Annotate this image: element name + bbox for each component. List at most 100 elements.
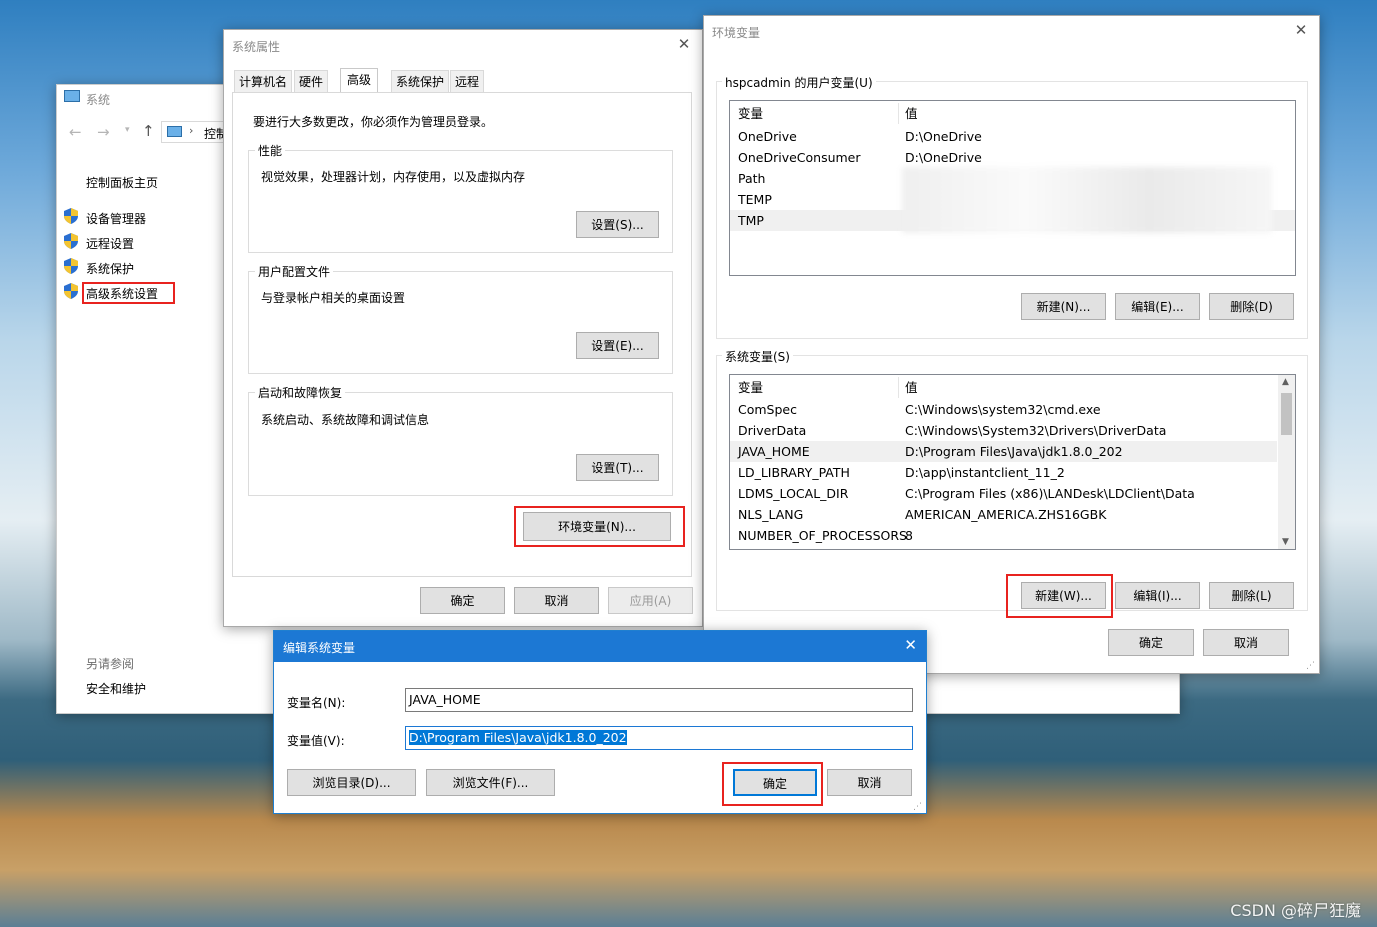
security-maintenance-link[interactable]: 安全和维护 [86, 680, 146, 697]
variable-value: C:\Windows\system32\cmd.exe [905, 402, 1101, 417]
shield-icon [64, 208, 78, 224]
variable-name: LD_LIBRARY_PATH [738, 465, 850, 480]
variable-value: D:\Program Files\Java\jdk1.8.0_202 [905, 444, 1123, 459]
list-item[interactable]: JAVA_HOME D:\Program Files\Java\jdk1.8.0… [730, 441, 1277, 462]
tab-advanced[interactable]: 高级 [340, 68, 379, 92]
tab-hardware[interactable]: 硬件 [294, 70, 329, 92]
close-icon[interactable]: ✕ [674, 34, 694, 54]
list-item[interactable]: LDMS_LOCAL_DIR C:\Program Files (x86)\LA… [730, 483, 1277, 504]
variable-name: JAVA_HOME [738, 444, 810, 459]
resize-grip-icon[interactable]: ⋰ [1306, 661, 1315, 671]
control-panel-home-link[interactable]: 控制面板主页 [86, 174, 158, 191]
recent-dropdown-icon[interactable]: ▾ [125, 125, 130, 135]
list-item[interactable]: NLS_LANG AMERICAN_AMERICA.ZHS16GBK [730, 504, 1277, 525]
list-item[interactable]: ComSpec C:\Windows\system32\cmd.exe [730, 399, 1277, 420]
monitor-icon [64, 90, 80, 102]
user-profiles-title: 用户配置文件 [255, 263, 334, 280]
user-variables-list[interactable]: 变量 值 OneDrive D:\OneDrive OneDriveConsum… [729, 100, 1296, 276]
cancel-button[interactable]: 取消 [827, 769, 912, 796]
remote-settings-link[interactable]: 远程设置 [86, 235, 134, 252]
shield-icon [64, 258, 78, 274]
user-profiles-group: 用户配置文件 与登录帐户相关的桌面设置 设置(E)... [248, 263, 673, 374]
see-also-heading: 另请参阅 [86, 657, 135, 671]
variable-value: D:\OneDrive [905, 150, 982, 165]
list-item[interactable]: LD_LIBRARY_PATH D:\app\instantclient_11_… [730, 462, 1277, 483]
cancel-button[interactable]: 取消 [1203, 629, 1289, 656]
resize-grip-icon[interactable]: ⋰ [913, 802, 922, 812]
variable-value: AMERICAN_AMERICA.ZHS16GBK [905, 507, 1107, 522]
performance-title: 性能 [255, 142, 286, 159]
user-profiles-settings-button[interactable]: 设置(E)... [576, 332, 659, 359]
shield-icon [64, 283, 78, 299]
close-icon[interactable]: ✕ [1291, 20, 1311, 40]
system-edit-button[interactable]: 编辑(I)... [1115, 582, 1200, 609]
list-item[interactable]: OneDriveConsumer D:\OneDrive [730, 147, 1295, 168]
edit-dialog-titlebar: 编辑系统变量 ✕ [274, 631, 926, 662]
advanced-tab-panel: 要进行大多数更改，你必须作为管理员登录。 性能 视觉效果，处理器计划，内存使用，… [232, 92, 692, 577]
variable-value: D:\app\instantclient_11_2 [905, 465, 1065, 480]
tab-system-protection[interactable]: 系统保护 [391, 70, 450, 92]
list-item[interactable]: DriverData C:\Windows\System32\Drivers\D… [730, 420, 1277, 441]
back-arrow-icon[interactable]: ← [69, 123, 82, 141]
startup-settings-button[interactable]: 设置(T)... [576, 454, 659, 481]
column-divider [898, 377, 899, 398]
vertical-scrollbar[interactable]: ▲ ▼ [1278, 375, 1295, 549]
tab-remote[interactable]: 远程 [450, 70, 485, 92]
column-divider [898, 103, 899, 124]
variable-name: DriverData [738, 423, 807, 438]
user-delete-button[interactable]: 删除(D) [1209, 293, 1294, 320]
list-header: 变量 值 [730, 377, 1295, 398]
system-properties-window: 系统属性 ✕ 计算机名 硬件 高级 系统保护 远程 要进行大多数更改，你必须作为… [223, 29, 703, 627]
system-variables-list[interactable]: 变量 值 ComSpec C:\Windows\system32\cmd.exe… [729, 374, 1296, 550]
scroll-down-icon[interactable]: ▼ [1282, 537, 1289, 547]
list-item[interactable]: OneDrive D:\OneDrive [730, 126, 1295, 147]
column-header-value[interactable]: 值 [905, 377, 918, 398]
system-protection-link[interactable]: 系统保护 [86, 260, 134, 277]
ok-button[interactable]: 确定 [420, 587, 505, 614]
scrollbar-thumb[interactable] [1281, 393, 1292, 435]
ok-button[interactable]: 确定 [733, 769, 817, 796]
browse-file-button[interactable]: 浏览文件(F)... [426, 769, 555, 796]
user-edit-button[interactable]: 编辑(E)... [1115, 293, 1200, 320]
chevron-right-icon: › [189, 124, 194, 137]
cancel-button[interactable]: 取消 [514, 587, 599, 614]
ok-button[interactable]: 确定 [1108, 629, 1194, 656]
variable-name: OneDrive [738, 129, 797, 144]
device-manager-link[interactable]: 设备管理器 [86, 210, 146, 227]
scroll-up-icon[interactable]: ▲ [1282, 377, 1289, 387]
variable-name: NUMBER_OF_PROCESSORS [738, 528, 907, 543]
apply-button[interactable]: 应用(A) [608, 587, 693, 614]
environment-variables-title: 环境变量 [712, 26, 761, 40]
edit-dialog-title: 编辑系统变量 [283, 641, 356, 655]
user-new-button[interactable]: 新建(N)... [1021, 293, 1106, 320]
performance-desc: 视觉效果，处理器计划，内存使用，以及虚拟内存 [261, 170, 526, 184]
up-arrow-icon[interactable]: ↑ [142, 122, 155, 140]
performance-settings-button[interactable]: 设置(S)... [576, 211, 659, 238]
environment-variables-button[interactable]: 环境变量(N)... [523, 512, 671, 541]
variable-name: TEMP [738, 192, 772, 207]
advanced-system-settings-link[interactable]: 高级系统设置 [86, 285, 158, 302]
variable-value-field[interactable]: D:\Program Files\Java\jdk1.8.0_202 [405, 726, 913, 750]
variable-name-label: 变量名(N): [287, 696, 346, 710]
variable-value-label: 变量值(V): [287, 734, 345, 748]
list-item[interactable]: NUMBER_OF_PROCESSORS 8 [730, 525, 1277, 546]
performance-group: 性能 视觉效果，处理器计划，内存使用，以及虚拟内存 设置(S)... [248, 142, 673, 253]
column-header-value[interactable]: 值 [905, 103, 918, 124]
variable-name-field[interactable]: JAVA_HOME [405, 688, 913, 712]
environment-variables-titlebar: 环境变量 ✕ [704, 16, 1319, 46]
variable-name: TMP [738, 213, 764, 228]
variable-value-selection: D:\Program Files\Java\jdk1.8.0_202 [409, 730, 627, 745]
forward-arrow-icon[interactable]: → [97, 123, 110, 141]
user-profiles-desc: 与登录帐户相关的桌面设置 [261, 291, 406, 305]
variable-name: ComSpec [738, 402, 797, 417]
system-new-button[interactable]: 新建(W)... [1021, 582, 1106, 609]
system-delete-button[interactable]: 删除(L) [1209, 582, 1294, 609]
close-icon[interactable]: ✕ [904, 636, 917, 654]
column-header-variable[interactable]: 变量 [738, 377, 763, 398]
column-header-variable[interactable]: 变量 [738, 103, 763, 124]
variable-name: OneDriveConsumer [738, 150, 861, 165]
edit-system-variable-dialog: 编辑系统变量 ✕ 变量名(N): JAVA_HOME 变量值(V): D:\Pr… [273, 630, 927, 814]
startup-recovery-title: 启动和故障恢复 [255, 384, 346, 401]
tab-computer-name[interactable]: 计算机名 [234, 70, 293, 92]
browse-directory-button[interactable]: 浏览目录(D)... [287, 769, 416, 796]
